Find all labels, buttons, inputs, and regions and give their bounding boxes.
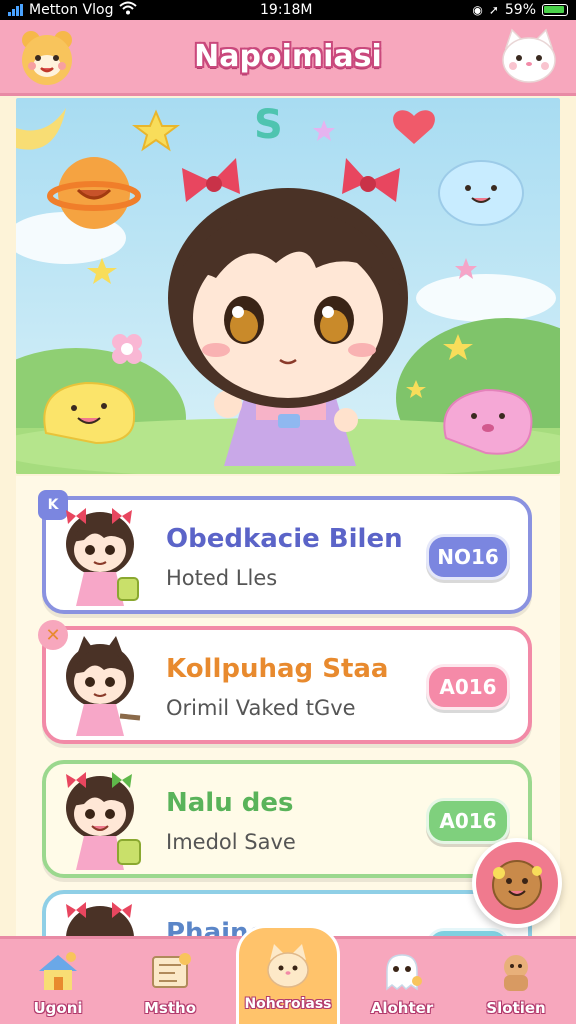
card-action-button[interactable]: NO16	[426, 534, 510, 580]
flower-icon	[112, 334, 142, 364]
hero-scene: S	[16, 98, 560, 474]
house-icon	[39, 952, 77, 990]
nav-label: Nohcroiass	[244, 996, 332, 1012]
status-bar: Metton Vlog 19:18M ◉ ➚ 59%	[0, 0, 576, 20]
card-title: Nalu des	[166, 788, 294, 818]
nav-item-center[interactable]: Nohcroiass	[236, 925, 340, 1024]
page-title: Napoimiasi	[194, 39, 382, 74]
character-avatar	[66, 772, 141, 870]
nav-item-map[interactable]: Mstho	[120, 939, 220, 1024]
map-icon	[152, 953, 191, 988]
app-header: Napoimiasi	[0, 20, 576, 96]
status-right: ◉ ➚ 59%	[472, 2, 568, 18]
nav-label: Mstho	[143, 999, 196, 1017]
profile-avatar-button[interactable]	[16, 26, 78, 88]
status-time: 19:18M	[260, 2, 313, 18]
card-title: Kollpuhag Staa	[166, 654, 389, 684]
cat-face-icon	[267, 944, 309, 988]
svg-text:S: S	[254, 102, 283, 148]
battery-icon	[542, 4, 568, 16]
nav-label: Alohter	[370, 999, 434, 1017]
list-card[interactable]: Nalu des Imedol Save A016	[42, 760, 532, 878]
nav-item-station[interactable]: Slotien	[466, 939, 566, 1024]
character-avatar	[66, 636, 141, 736]
bottom-nav: Ugoni Mstho Nohcroiass Alohter Slotien	[0, 925, 576, 1024]
floating-action-button[interactable]	[472, 838, 562, 928]
card-action-button[interactable]	[426, 928, 510, 936]
hero-illustration: S	[16, 98, 560, 474]
character-icon	[504, 955, 528, 991]
battery-percent: 59%	[504, 2, 536, 18]
nav-item-home[interactable]: Ugoni	[8, 939, 108, 1024]
nav-label: Slotien	[486, 999, 546, 1017]
bear-face-icon	[22, 31, 72, 85]
card-action-button[interactable]: A016	[426, 798, 510, 844]
list-card[interactable]: ✕ Kollpuhag Staa Orimil Vaked tGve A016	[38, 620, 532, 744]
companion-button[interactable]	[498, 26, 560, 88]
card-action-button[interactable]: A016	[426, 664, 510, 710]
alarm-icon: ◉	[472, 3, 483, 17]
signal-icon	[8, 4, 23, 16]
cloud-buddy-icon	[438, 160, 524, 226]
yellow-blob-icon	[43, 381, 136, 445]
cookie-buddy-icon	[492, 860, 542, 910]
cat-face-icon	[502, 28, 556, 83]
location-icon: ➚	[488, 3, 499, 17]
card-title: Obedkacie Bilen	[166, 524, 403, 554]
wifi-icon	[119, 1, 138, 19]
character-avatar	[66, 508, 139, 606]
status-left: Metton Vlog	[8, 1, 138, 19]
card-subtitle: Imedol Save	[166, 830, 296, 854]
list-card[interactable]: K Obedkacie Bilen Hoted Lles NO16	[38, 490, 532, 614]
ghost-icon	[386, 954, 422, 991]
card-subtitle: Hoted Lles	[166, 566, 278, 590]
nav-label: Ugoni	[33, 999, 83, 1017]
character-avatar	[66, 902, 134, 936]
carrier-name: Metton Vlog	[29, 2, 114, 18]
nav-item-other[interactable]: Alohter	[352, 939, 452, 1024]
card-subtitle: Orimil Vaked tGve	[166, 696, 356, 720]
